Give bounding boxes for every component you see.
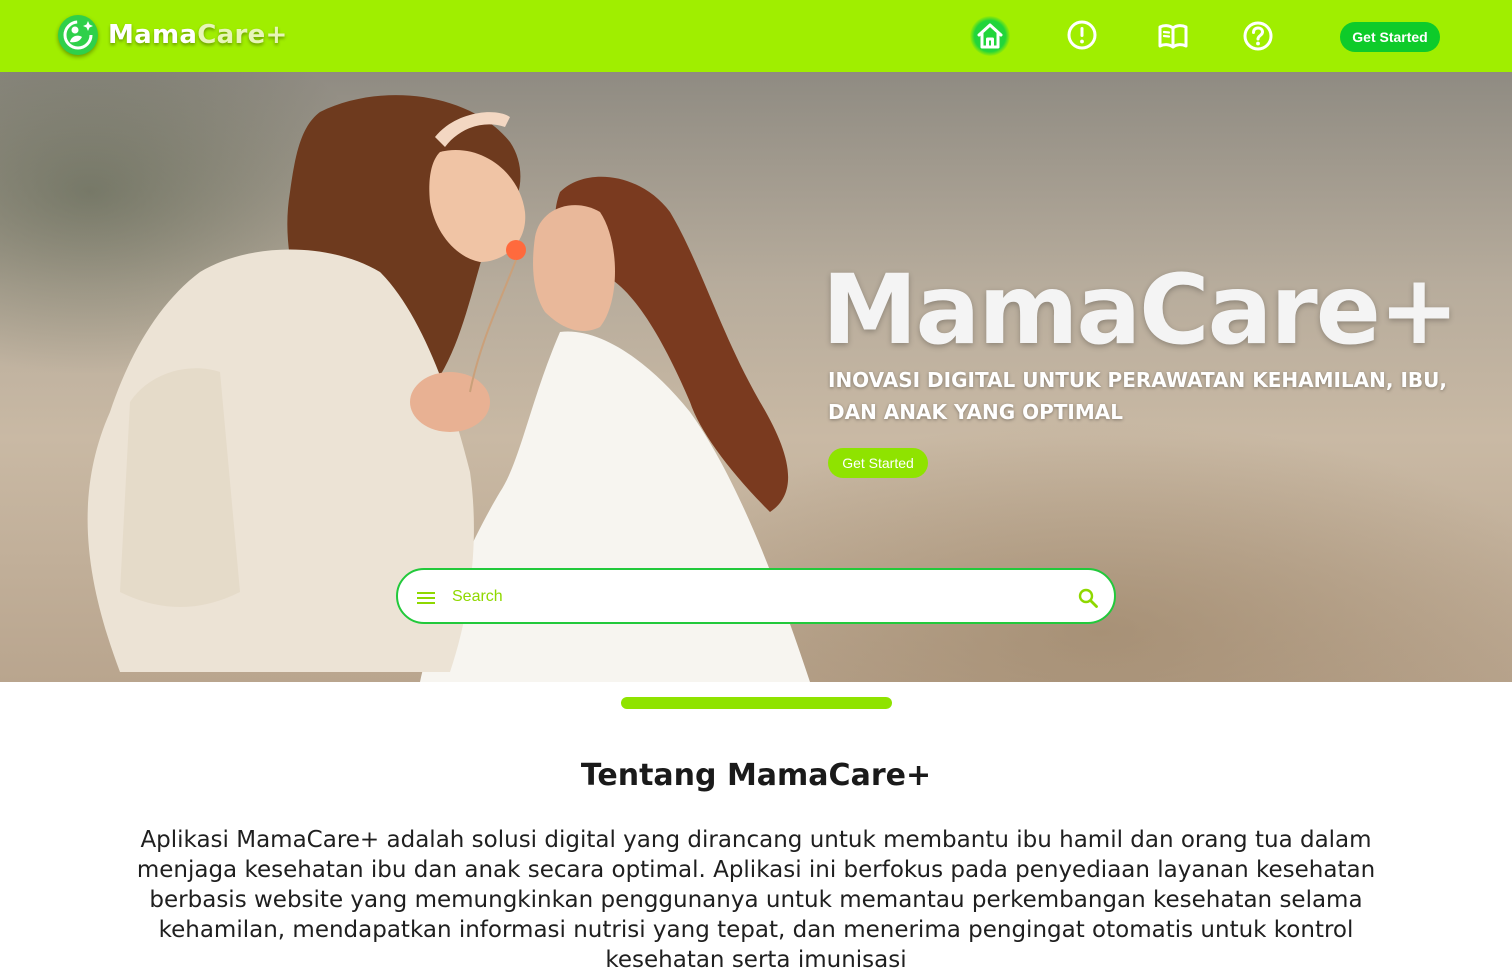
home-icon <box>975 21 1005 51</box>
hero-subtitle: INOVASI DIGITAL UNTUK PERAWATAN KEHAMILA… <box>828 364 1448 428</box>
search-icon[interactable] <box>1076 586 1100 610</box>
about-title: Tentang MamaCare+ <box>0 758 1512 793</box>
search-input[interactable] <box>452 584 1052 610</box>
nav-alert[interactable] <box>1062 15 1102 55</box>
get-started-nav-button[interactable]: Get Started <box>1340 22 1440 52</box>
nav-articles[interactable] <box>1153 16 1193 56</box>
brand-logo[interactable]: MamaCare+ <box>58 15 288 55</box>
hero-title: MamaCare+ <box>822 254 1457 366</box>
help-icon <box>1242 20 1274 52</box>
book-icon <box>1157 20 1189 52</box>
brand-name: MamaCare+ <box>108 20 288 50</box>
about-description: Aplikasi MamaCare+ adalah solusi digital… <box>96 825 1416 974</box>
mother-child-logo-icon <box>58 15 98 55</box>
nav-home[interactable] <box>970 16 1010 56</box>
menu-icon[interactable] <box>414 586 438 610</box>
carousel-indicator[interactable] <box>621 697 892 709</box>
hero-banner: MamaCare+ INOVASI DIGITAL UNTUK PERAWATA… <box>0 72 1512 682</box>
alert-icon <box>1066 19 1098 51</box>
navbar: MamaCare+ Get Started <box>0 0 1512 72</box>
search-bar <box>396 568 1116 624</box>
brand-name-mama: Mama <box>108 20 197 50</box>
get-started-hero-button[interactable]: Get Started <box>828 448 928 478</box>
brand-name-care: Care+ <box>197 20 287 50</box>
nav-help[interactable] <box>1238 16 1278 56</box>
